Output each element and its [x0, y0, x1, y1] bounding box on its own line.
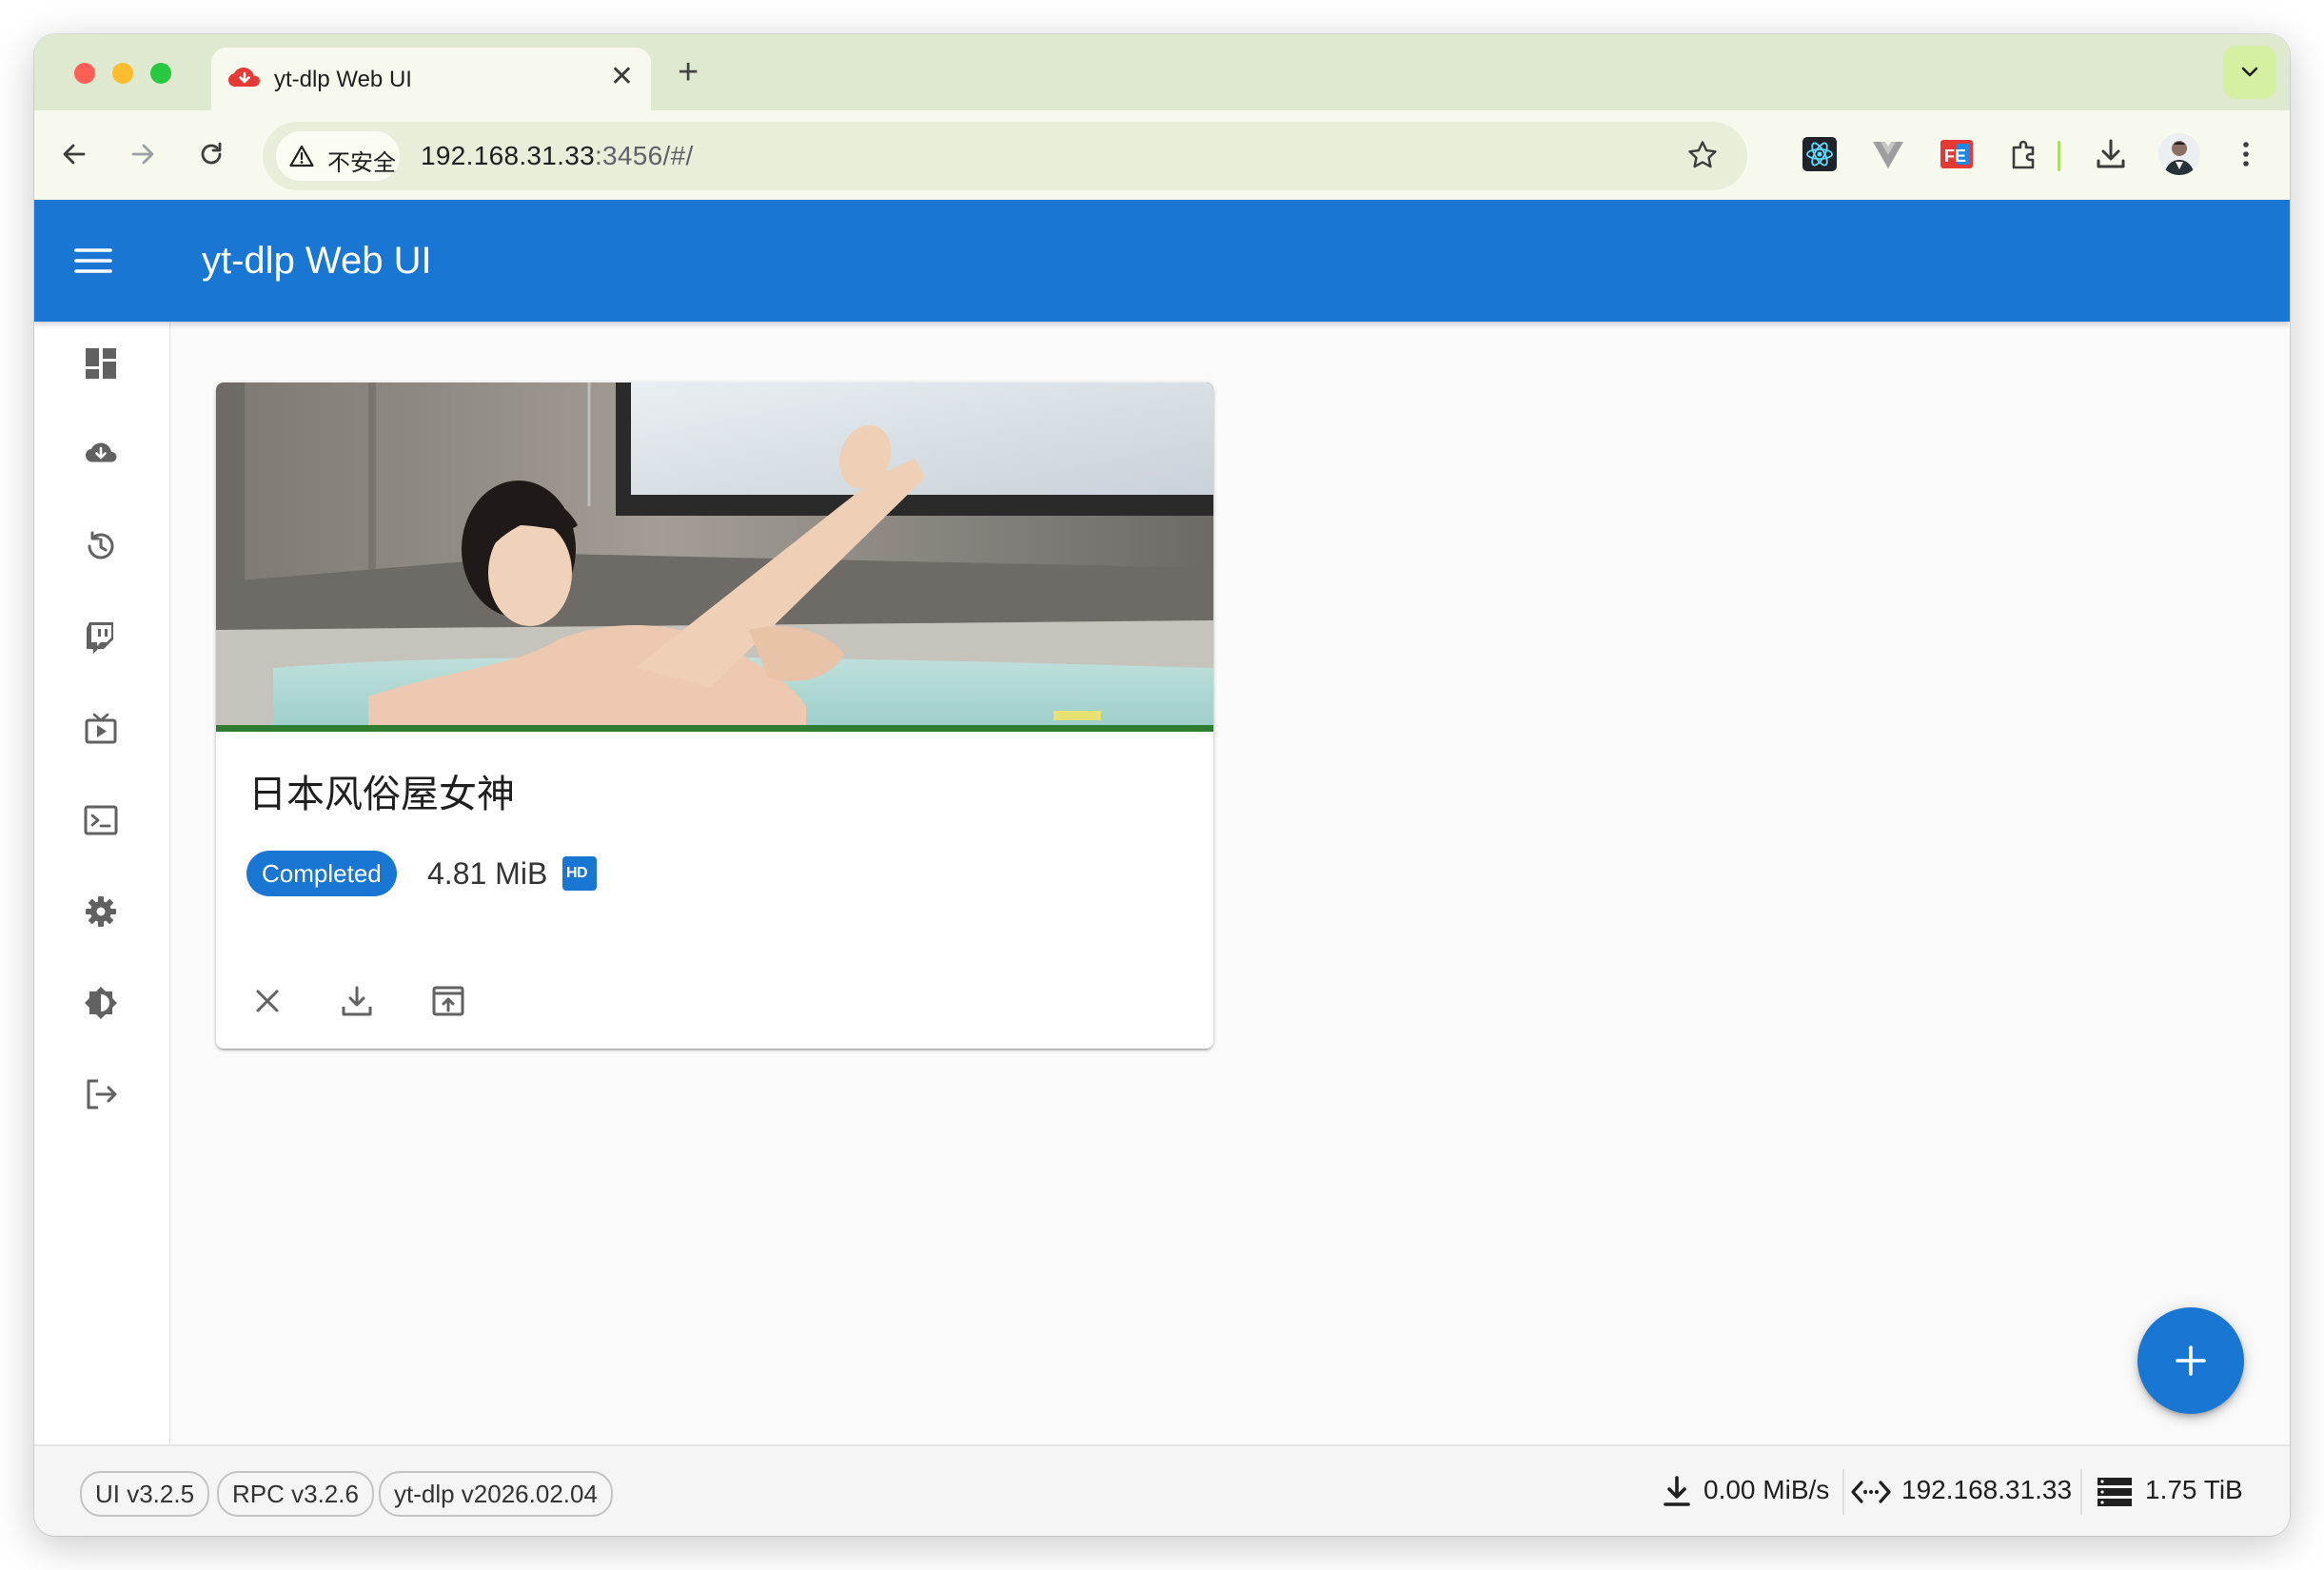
status-separator — [1842, 1469, 1844, 1515]
free-space: 1.75 TiB — [2145, 1475, 2243, 1504]
tab-search-button[interactable] — [2223, 46, 2276, 99]
main-content: 日本风俗屋女神 Completed 4.81 MiB HD — [170, 322, 2290, 1444]
server-connection-icon — [1851, 1481, 1891, 1503]
settings-icon — [86, 896, 116, 927]
maximize-window-button[interactable] — [150, 63, 171, 84]
forward-button[interactable] — [120, 131, 166, 177]
browser-tab[interactable]: yt-dlp Web UI ✕ — [211, 48, 651, 110]
arrow-left-icon — [63, 144, 86, 165]
sidebar-item-subscriptions[interactable] — [67, 695, 135, 763]
downloads-button[interactable] — [2092, 135, 2130, 173]
vue-devtools-extension-icon[interactable] — [1869, 135, 1907, 173]
menu-icon — [74, 248, 112, 273]
logout-icon — [87, 1079, 117, 1109]
security-label: 不安全 — [327, 150, 396, 176]
rpc-version-chip: RPC v3.2.6 — [217, 1471, 374, 1517]
plus-icon — [2176, 1345, 2206, 1376]
ui-version-chip: UI v3.2.5 — [80, 1471, 210, 1517]
back-button[interactable] — [51, 131, 97, 177]
toolbar-separator — [2058, 141, 2060, 171]
progress-fill — [216, 725, 1213, 732]
server-address: 192.168.31.33 — [1901, 1475, 2073, 1504]
status-badge: Completed — [246, 851, 397, 896]
save-file-button[interactable] — [328, 972, 385, 1030]
extensions-puzzle-icon[interactable] — [2006, 135, 2044, 173]
url-host: 192.168.31.33 — [421, 141, 595, 170]
history-icon — [88, 531, 114, 559]
url-text[interactable]: 192.168.31.33:3456/#/ — [421, 141, 694, 171]
sidebar-item-theme[interactable] — [67, 969, 135, 1037]
sidebar-item-logout[interactable] — [67, 1060, 135, 1128]
tab-close-icon[interactable]: ✕ — [610, 61, 634, 93]
add-download-button[interactable] — [2137, 1307, 2244, 1414]
download-speed-icon — [1664, 1476, 1690, 1506]
menu-button[interactable] — [70, 238, 116, 284]
close-icon — [256, 990, 279, 1012]
svg-text:FE: FE — [1944, 147, 1966, 166]
fe-helper-extension-icon[interactable]: FE — [1938, 135, 1976, 173]
ytdlp-version-chip: yt-dlp v2026.02.04 — [379, 1471, 613, 1517]
sidebar-item-terminal[interactable] — [67, 786, 135, 854]
theme-toggle-icon — [85, 987, 117, 1019]
close-window-button[interactable] — [74, 63, 95, 84]
cloud-download-icon — [86, 442, 117, 462]
sidebar-item-twitch[interactable] — [67, 603, 135, 672]
warning-icon — [289, 145, 314, 167]
download-speed: 0.00 MiB/s — [1704, 1475, 1830, 1504]
browser-window: yt-dlp Web UI ✕ + 不安全 192.168.31.33:3456… — [34, 34, 2290, 1536]
hd-label: HD — [566, 865, 588, 881]
reload-icon — [201, 142, 222, 165]
url-path: :3456/#/ — [594, 141, 694, 170]
app-title: yt-dlp Web UI — [202, 240, 432, 282]
download-icon — [342, 986, 372, 1016]
download-card: 日本风俗屋女神 Completed 4.81 MiB HD — [216, 383, 1213, 1049]
open-in-new-icon — [432, 986, 464, 1016]
storage-icon — [2098, 1478, 2132, 1506]
status-separator — [2080, 1469, 2082, 1515]
remove-download-button[interactable] — [239, 972, 296, 1030]
chevron-down-icon — [2241, 67, 2258, 77]
security-indicator[interactable]: 不安全 — [276, 131, 400, 181]
terminal-icon — [84, 805, 118, 835]
more-vert-icon — [2243, 142, 2249, 167]
bookmark-star-icon[interactable] — [1686, 139, 1719, 171]
arrow-right-icon — [131, 144, 154, 165]
video-title: 日本风俗屋女神 — [248, 774, 515, 815]
sidebar-item-settings[interactable] — [67, 877, 135, 946]
download-icon — [2097, 139, 2125, 168]
app-bar: yt-dlp Web UI — [34, 200, 2290, 322]
sidebar — [34, 322, 170, 1444]
tab-title: yt-dlp Web UI — [274, 67, 412, 92]
new-tab-button[interactable]: + — [678, 53, 699, 91]
minimize-window-button[interactable] — [112, 63, 133, 84]
tab-strip: yt-dlp Web UI ✕ + — [34, 34, 2290, 110]
status-footer: UI v3.2.5 RPC v3.2.6 yt-dlp v2026.02.04 … — [34, 1444, 2290, 1536]
cloud-download-favicon-icon — [228, 68, 260, 87]
open-file-button[interactable] — [420, 972, 477, 1030]
browser-toolbar: 不安全 192.168.31.33:3456/#/ FE — [34, 110, 2290, 200]
profile-avatar[interactable] — [2158, 133, 2200, 175]
browser-menu-button[interactable] — [2227, 135, 2265, 173]
sidebar-item-history[interactable] — [67, 512, 135, 580]
sidebar-item-dashboard[interactable] — [67, 329, 135, 398]
twitch-icon — [87, 622, 113, 654]
reload-button[interactable] — [188, 131, 234, 177]
subscriptions-tv-icon — [85, 713, 117, 744]
address-bar[interactable]: 不安全 192.168.31.33:3456/#/ — [263, 122, 1747, 190]
dashboard-icon — [86, 348, 116, 379]
file-size: 4.81 MiB — [427, 856, 548, 891]
video-thumbnail[interactable] — [216, 383, 1213, 725]
sidebar-item-downloads[interactable] — [67, 421, 135, 489]
react-devtools-extension-icon[interactable] — [1801, 135, 1839, 173]
hd-icon: HD — [562, 856, 597, 891]
download-progress-bar — [216, 725, 1213, 732]
